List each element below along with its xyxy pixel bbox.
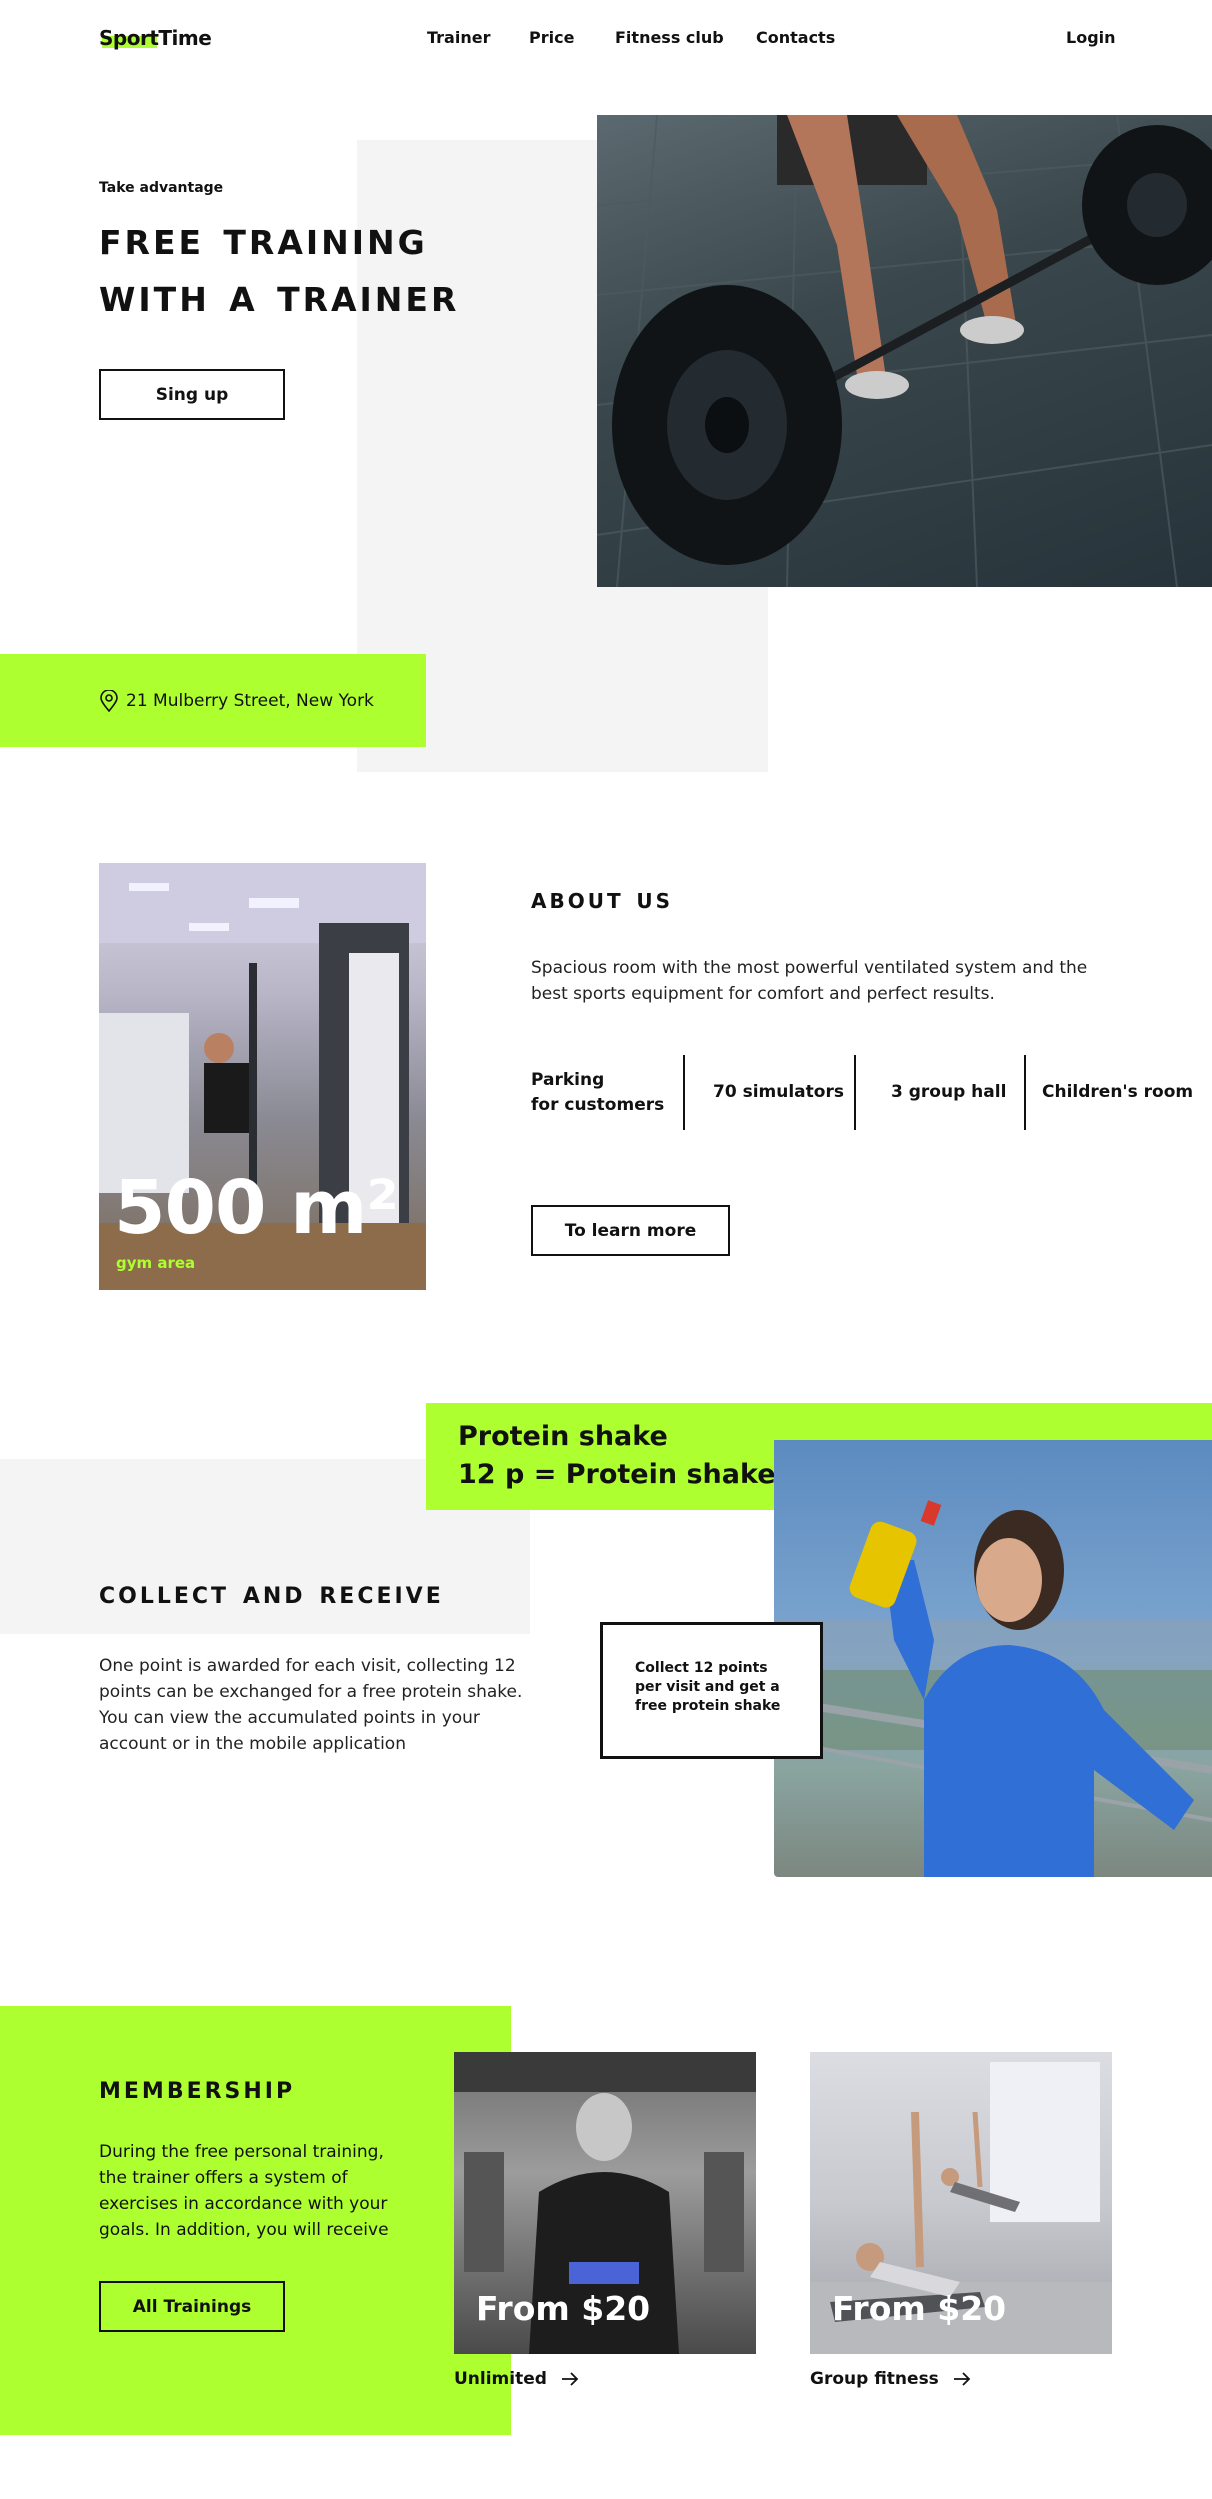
promo-headline: Protein shake 12 p = Protein shake: [458, 1418, 776, 1494]
promo-photo-woman-drinking: [774, 1440, 1212, 1877]
card-price: From $20: [476, 2289, 651, 2328]
hero-kicker: Take advantage: [99, 180, 224, 196]
logo-text: SportTime: [99, 26, 212, 50]
arrow-right-icon: [953, 2372, 971, 2386]
card-label: Unlimited: [454, 2369, 547, 2389]
feature-parking-line2: for customers: [531, 1094, 665, 1115]
about-text: Spacious room with the most powerful ven…: [531, 958, 1088, 1004]
feature-parking-line1: Parking: [531, 1069, 605, 1090]
collect-info-text: Collect 12 points per visit and get a fr…: [635, 1660, 781, 1714]
membership-card-unlimited[interactable]: From $20: [454, 2052, 756, 2354]
feature-divider: [854, 1055, 856, 1130]
nav-trainer[interactable]: Trainer: [427, 28, 490, 47]
card-link-group-fitness[interactable]: Group fitness: [810, 2369, 971, 2389]
collect-text: One point is awarded for each visit, col…: [99, 1656, 523, 1754]
address-text: 21 Mulberry Street, New York: [126, 691, 374, 711]
woman-shake-illustration: [774, 1500, 1212, 1877]
membership-text: During the free personal training, the t…: [99, 2142, 389, 2240]
about-title: About us: [531, 882, 673, 915]
map-pin-icon: [100, 690, 118, 712]
feature-simulators: 70 simulators: [713, 1082, 844, 1102]
learn-more-button[interactable]: To learn more: [531, 1205, 730, 1256]
arrow-right-icon: [561, 2372, 579, 2386]
hero-title: Free Training with a Trainer: [99, 210, 459, 324]
card-label: Group fitness: [810, 2369, 939, 2389]
all-trainings-button[interactable]: All Trainings: [99, 2281, 285, 2332]
gym-area-label: gym area: [116, 1254, 196, 1272]
nav-price[interactable]: Price: [529, 28, 574, 47]
barbell-illustration: [597, 115, 1212, 587]
feature-divider: [683, 1055, 685, 1130]
hero-photo-barbell: [597, 115, 1212, 587]
card-price: From $20: [832, 2289, 1007, 2328]
membership-card-group-fitness[interactable]: From $20: [810, 2052, 1112, 2354]
signup-button[interactable]: Sing up: [99, 369, 285, 420]
feature-parking: Parking for customers: [531, 1055, 664, 1130]
feature-group-hall: 3 group hall: [891, 1082, 1007, 1102]
nav-contacts[interactable]: Contacts: [756, 28, 835, 47]
logo[interactable]: SportTime: [99, 26, 212, 50]
login-link[interactable]: Login: [1066, 28, 1116, 47]
nav-fitness-club[interactable]: Fitness club: [615, 28, 724, 47]
promo-headline-line1: Protein shake: [458, 1421, 668, 1452]
hero-title-line1: Free Training: [99, 211, 428, 266]
gym-area-value: 500 m²: [114, 1165, 399, 1251]
feature-childrens-room: Children's room: [1042, 1082, 1194, 1102]
feature-divider: [1024, 1055, 1026, 1130]
collect-title: Collect and receive: [99, 1575, 444, 1611]
hero-title-line2: with a Trainer: [99, 268, 460, 323]
promo-headline-line2: 12 p = Protein shake: [458, 1459, 776, 1490]
card-link-unlimited[interactable]: Unlimited: [454, 2369, 579, 2389]
membership-title: Membership: [99, 2070, 296, 2106]
